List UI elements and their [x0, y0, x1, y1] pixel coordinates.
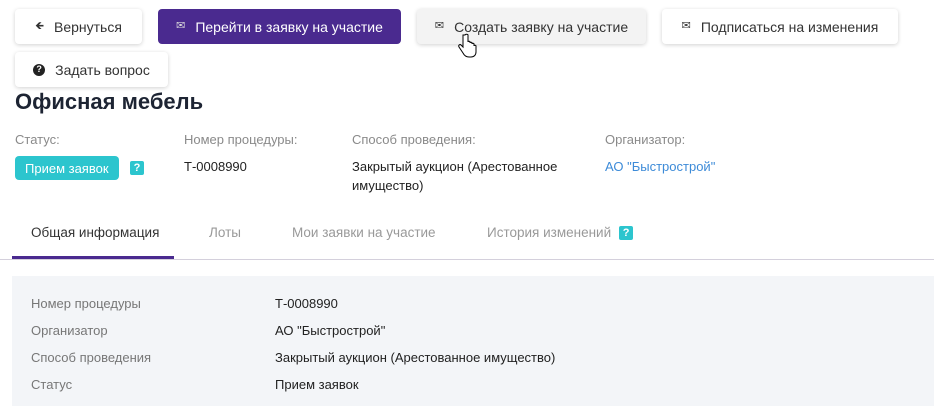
hand-cursor-icon	[458, 33, 477, 58]
envelope-open-icon: ✉	[176, 20, 186, 32]
organizer-link[interactable]: АО "Быстрострой"	[605, 157, 715, 176]
detail-label: Номер процедуры	[31, 296, 141, 311]
number-label: Номер процедуры:	[184, 132, 298, 147]
method-label: Способ проведения:	[352, 132, 476, 147]
subscribe-button[interactable]: ✉ Подписаться на изменения	[662, 9, 898, 44]
question-circle-icon: ?	[33, 63, 46, 76]
detail-value: Прием заявок	[275, 377, 359, 392]
create-application-button[interactable]: ✉ Создать заявку на участие	[417, 9, 646, 44]
tabs: Общая информация Лоты Мои заявки на учас…	[0, 210, 934, 260]
detail-value: Закрытый аукцион (Арестованное имущество…	[275, 350, 556, 365]
detail-organizer-link[interactable]: АО "Быстрострой"	[275, 323, 385, 338]
history-help-icon[interactable]: ?	[619, 225, 634, 240]
envelope-send-icon: ✉	[681, 20, 691, 32]
back-button[interactable]: 🡸 Вернуться	[15, 9, 142, 44]
detail-label: Статус	[31, 377, 73, 392]
status-help-icon[interactable]: ?	[130, 161, 144, 175]
detail-value: Т-0008990	[275, 296, 338, 311]
status-badge: Прием заявок	[15, 156, 119, 180]
tab-general-info[interactable]: Общая информация	[31, 225, 159, 240]
status-label: Статус:	[15, 132, 60, 147]
details-panel: Номер процедуры Т-0008990 Организатор АО…	[12, 276, 934, 406]
number-value: Т-0008990	[184, 159, 247, 174]
tab-my-applications[interactable]: Мои заявки на участие	[292, 225, 436, 240]
tab-lots[interactable]: Лоты	[209, 225, 241, 240]
detail-label: Способ проведения	[31, 350, 152, 365]
detail-label: Организатор	[31, 323, 108, 338]
go-to-application-button[interactable]: ✉ Перейти в заявку на участие	[158, 9, 401, 44]
page-title: Офисная мебель	[15, 89, 204, 114]
method-value: Закрытый аукцион (Арестованное имущество…	[352, 159, 558, 193]
ask-question-button[interactable]: ? Задать вопрос	[15, 52, 168, 87]
arrow-left-icon: 🡸	[35, 20, 44, 32]
organizer-label: Организатор:	[605, 132, 686, 147]
envelope-icon: ✉	[434, 20, 445, 32]
active-tab-indicator	[12, 256, 174, 259]
tab-change-history[interactable]: История изменений?	[487, 225, 634, 240]
